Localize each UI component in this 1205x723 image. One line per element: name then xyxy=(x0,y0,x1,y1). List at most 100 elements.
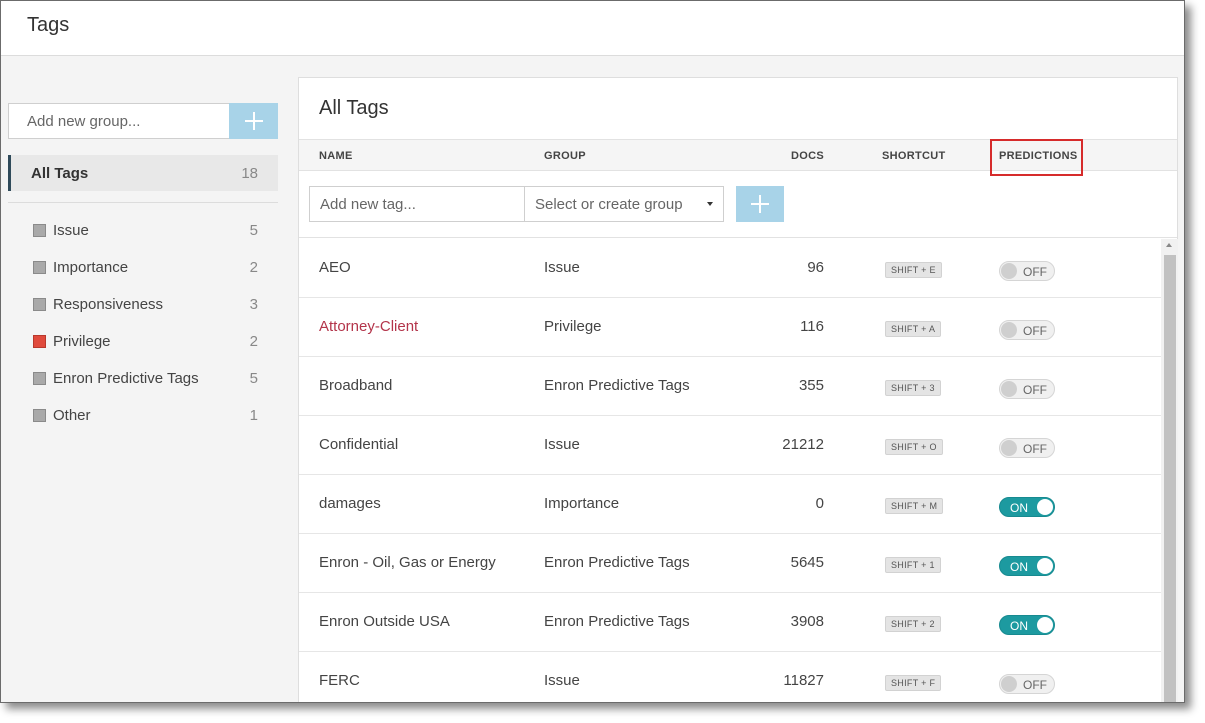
tags-window: Tags All Tags 18 Issue 5 Importance 2 xyxy=(0,0,1185,703)
shortcut-badge: SHIFT + M xyxy=(885,498,944,514)
table-row[interactable]: Confidential Issue 21212 SHIFT + O OFF xyxy=(299,416,1161,475)
sidebar: All Tags 18 Issue 5 Importance 2 Respons… xyxy=(1,57,291,702)
table-row[interactable]: Broadband Enron Predictive Tags 355 SHIF… xyxy=(299,357,1161,416)
table-row[interactable]: damages Importance 0 SHIFT + M ON xyxy=(299,475,1161,534)
toggle-label: OFF xyxy=(1023,324,1047,338)
column-header-group[interactable]: GROUP xyxy=(544,150,586,162)
add-tag-input[interactable] xyxy=(309,186,525,222)
add-group-button[interactable] xyxy=(229,103,278,139)
add-tag-button[interactable] xyxy=(736,186,784,222)
sidebar-item-count: 3 xyxy=(249,296,258,313)
sidebar-item-all-tags[interactable]: All Tags 18 xyxy=(8,155,278,191)
vertical-scrollbar[interactable] xyxy=(1161,239,1178,702)
toggle-label: ON xyxy=(1010,619,1028,633)
group-select-value: Select or create group xyxy=(535,195,683,213)
tag-doc-count: 11827 xyxy=(783,672,824,689)
tag-group: Privilege xyxy=(544,318,602,335)
column-header-docs[interactable]: DOCS xyxy=(749,150,824,162)
prediction-toggle[interactable]: OFF xyxy=(999,379,1055,399)
tag-group: Issue xyxy=(544,436,580,453)
table-header: NAME GROUP DOCS SHORTCUT PREDICTIONS xyxy=(299,139,1177,176)
top-bar: Tags xyxy=(1,1,1184,56)
sidebar-item-count: 1 xyxy=(249,407,258,424)
sidebar-item-label: Importance xyxy=(53,259,129,276)
page-title: Tags xyxy=(27,14,70,36)
add-group-input[interactable] xyxy=(8,103,230,139)
sidebar-item-label: Other xyxy=(53,407,91,424)
prediction-toggle[interactable]: ON xyxy=(999,556,1055,576)
tag-group: Importance xyxy=(544,495,620,512)
plus-icon xyxy=(751,195,769,213)
table-row[interactable]: Attorney-Client Privilege 116 SHIFT + A … xyxy=(299,298,1161,357)
sidebar-item-label: Responsiveness xyxy=(53,296,164,313)
sidebar-item-count: 5 xyxy=(249,222,258,239)
toggle-label: ON xyxy=(1010,560,1028,574)
all-tags-panel: All Tags NAME GROUP DOCS SHORTCUT PREDIC… xyxy=(298,77,1178,702)
sidebar-item-other[interactable]: Other 1 xyxy=(8,397,278,434)
tag-name: Enron - Oil, Gas or Energy xyxy=(319,554,496,571)
toggle-knob xyxy=(1001,381,1017,397)
table-row[interactable]: AEO Issue 96 SHIFT + E OFF xyxy=(299,239,1161,298)
sidebar-item-label: Privilege xyxy=(53,333,111,350)
caret-down-icon xyxy=(707,202,713,206)
tag-group: Enron Predictive Tags xyxy=(544,613,690,630)
tag-group: Issue xyxy=(544,672,580,689)
toggle-label: ON xyxy=(1010,501,1028,515)
prediction-toggle[interactable]: OFF xyxy=(999,674,1055,694)
group-color-swatch xyxy=(33,298,46,311)
sidebar-item-issue[interactable]: Issue 5 xyxy=(8,212,278,249)
scroll-up-arrow-icon[interactable] xyxy=(1166,243,1172,247)
tag-name: Broadband xyxy=(319,377,393,394)
add-tag-row: Select or create group xyxy=(299,172,1177,238)
group-select-dropdown[interactable]: Select or create group xyxy=(524,186,724,222)
sidebar-item-importance[interactable]: Importance 2 xyxy=(8,249,278,286)
sidebar-item-count: 5 xyxy=(249,370,258,387)
sidebar-item-privilege[interactable]: Privilege 2 xyxy=(8,323,278,360)
sidebar-item-enron-predictive-tags[interactable]: Enron Predictive Tags 5 xyxy=(8,360,278,397)
sidebar-item-responsiveness[interactable]: Responsiveness 3 xyxy=(8,286,278,323)
sidebar-item-label: Issue xyxy=(53,222,89,239)
prediction-toggle[interactable]: ON xyxy=(999,497,1055,517)
sidebar-item-label: All Tags xyxy=(31,164,89,182)
group-color-swatch xyxy=(33,224,46,237)
group-color-swatch xyxy=(33,372,46,385)
toggle-label: OFF xyxy=(1023,442,1047,456)
toggle-label: OFF xyxy=(1023,265,1047,279)
group-color-swatch xyxy=(33,409,46,422)
toggle-knob xyxy=(1037,558,1053,574)
group-list: Issue 5 Importance 2 Responsiveness 3 Pr… xyxy=(8,212,278,434)
shortcut-badge: SHIFT + E xyxy=(885,262,942,278)
tag-name: Enron Outside USA xyxy=(319,613,450,630)
scrollbar-thumb[interactable] xyxy=(1164,255,1176,702)
toggle-label: OFF xyxy=(1023,383,1047,397)
column-header-shortcut[interactable]: SHORTCUT xyxy=(882,150,946,162)
toggle-knob xyxy=(1001,676,1017,692)
sidebar-item-label: Enron Predictive Tags xyxy=(53,370,199,387)
prediction-toggle[interactable]: OFF xyxy=(999,320,1055,340)
tag-doc-count: 116 xyxy=(800,318,824,335)
tag-doc-count: 21212 xyxy=(782,436,824,453)
toggle-knob xyxy=(1001,440,1017,456)
tag-group: Enron Predictive Tags xyxy=(544,554,690,571)
plus-icon xyxy=(244,112,263,130)
toggle-knob xyxy=(1001,322,1017,338)
tag-doc-count: 0 xyxy=(815,495,824,512)
panel-title: All Tags xyxy=(319,97,389,119)
tag-group: Issue xyxy=(544,259,580,276)
prediction-toggle[interactable]: OFF xyxy=(999,438,1055,458)
shortcut-badge: SHIFT + F xyxy=(885,675,942,691)
shortcut-badge: SHIFT + 3 xyxy=(885,380,941,396)
shortcut-badge: SHIFT + O xyxy=(885,439,943,455)
tag-doc-count: 355 xyxy=(798,377,824,394)
column-header-name[interactable]: NAME xyxy=(319,150,353,162)
table-row[interactable]: Enron - Oil, Gas or Energy Enron Predict… xyxy=(299,534,1161,593)
table-row[interactable]: FERC Issue 11827 SHIFT + F OFF xyxy=(299,652,1161,702)
add-group-form xyxy=(8,103,278,139)
tag-group: Enron Predictive Tags xyxy=(544,377,690,394)
tag-name: FERC xyxy=(319,672,360,689)
prediction-toggle[interactable]: ON xyxy=(999,615,1055,635)
sidebar-item-count: 2 xyxy=(249,259,258,276)
sidebar-divider xyxy=(8,202,278,203)
table-row[interactable]: Enron Outside USA Enron Predictive Tags … xyxy=(299,593,1161,652)
prediction-toggle[interactable]: OFF xyxy=(999,261,1055,281)
